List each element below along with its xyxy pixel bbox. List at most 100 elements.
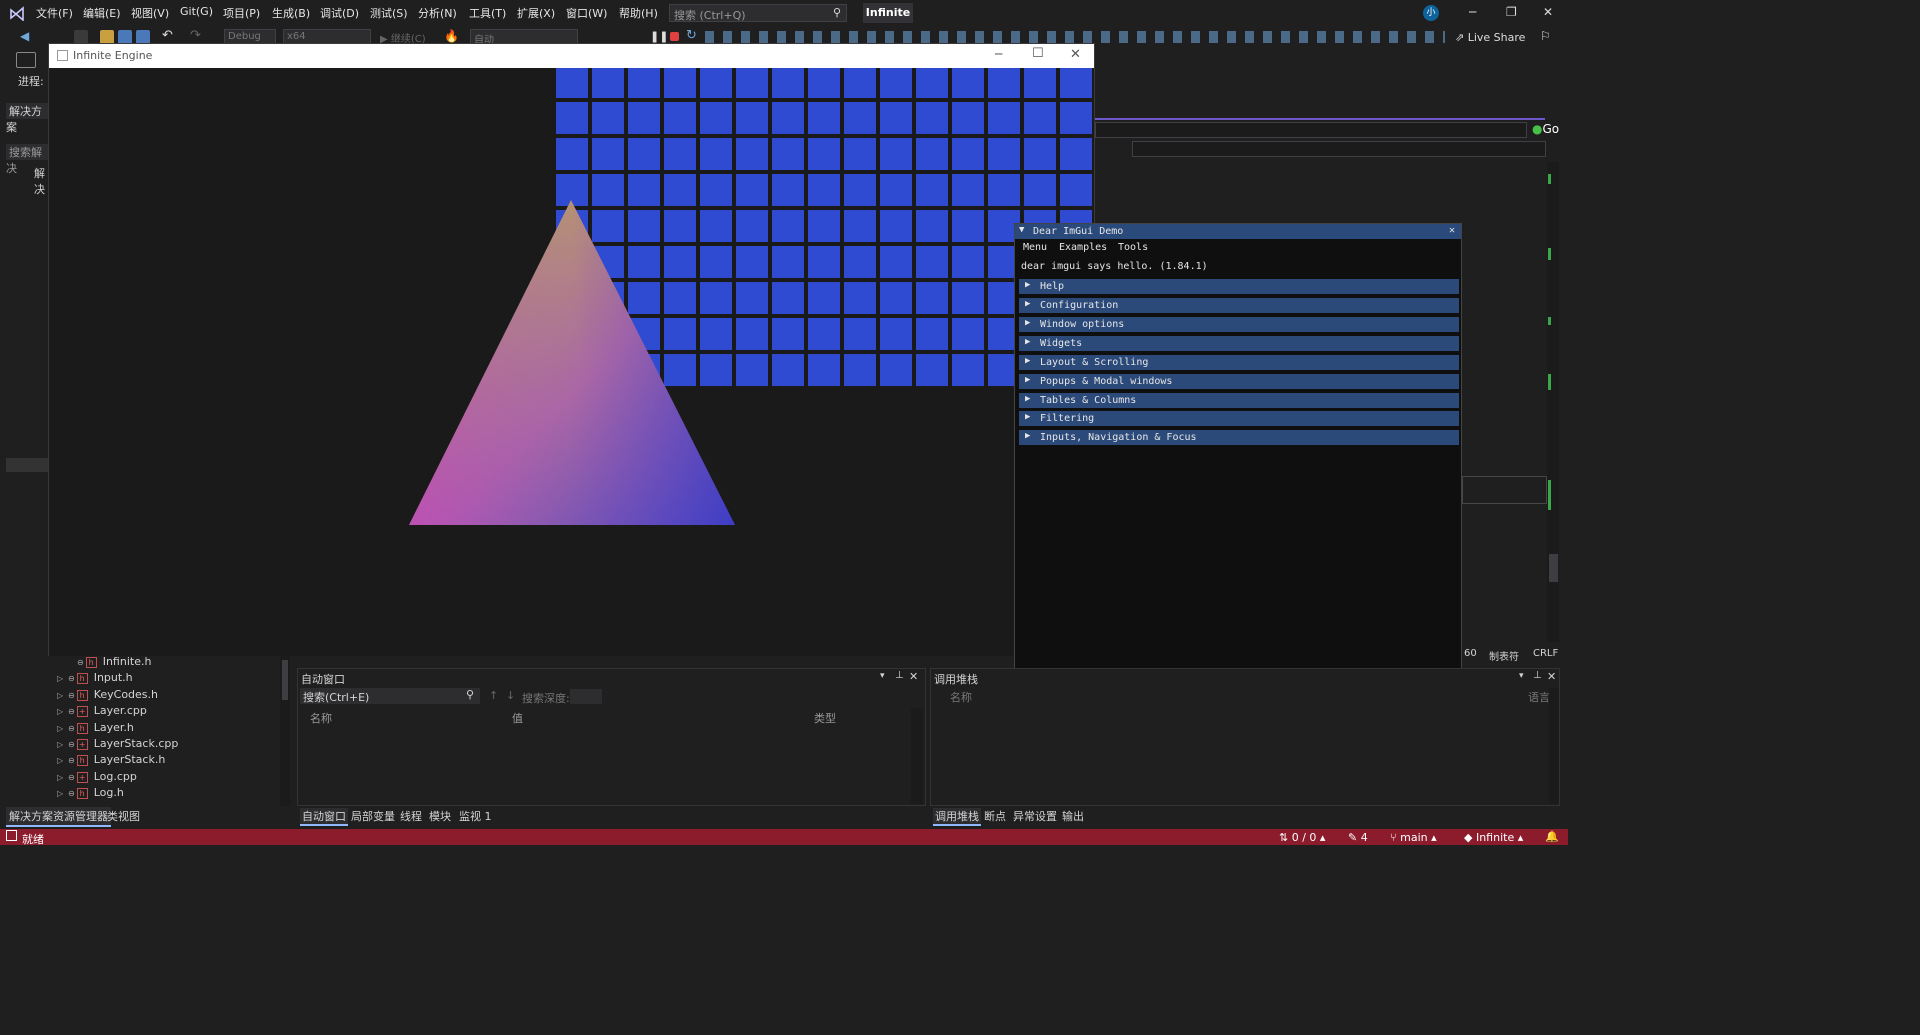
- editor-scrollbar[interactable]: [1547, 162, 1559, 642]
- header-tables-columns[interactable]: ▶ Tables & Columns: [1019, 393, 1459, 408]
- solution-file-row[interactable]: ▷ ⊖ h Layer.h: [57, 721, 134, 737]
- editor-tabs-indicator[interactable]: 制表符: [1489, 648, 1519, 663]
- editor-eol-indicator[interactable]: CRLF: [1533, 648, 1558, 659]
- search-up-icon[interactable]: ↑: [489, 689, 498, 702]
- autos-col-value[interactable]: 值: [512, 710, 523, 726]
- menu-tools[interactable]: 工具(T): [469, 5, 506, 21]
- imgui-close-icon[interactable]: ✕: [1449, 225, 1455, 236]
- redo-icon[interactable]: ↷: [190, 28, 201, 43]
- restore-icon[interactable]: ❐: [1506, 5, 1517, 19]
- menu-file[interactable]: 文件(F): [36, 5, 73, 21]
- changes-indicator[interactable]: ⇅ 0 / 0 ▴: [1279, 831, 1325, 844]
- scroll-thumb[interactable]: [1549, 554, 1558, 582]
- solution-file-row[interactable]: ▷ ⊖ + Layer.cpp: [57, 704, 147, 720]
- autos-search-input[interactable]: 搜索(Ctrl+E) ⚲: [300, 688, 480, 704]
- menu-help[interactable]: 帮助(H): [619, 5, 658, 21]
- menu-window[interactable]: 窗口(W): [566, 5, 607, 21]
- go-button[interactable]: ●Go: [1532, 122, 1559, 136]
- header-widgets[interactable]: ▶ Widgets: [1019, 336, 1459, 351]
- expand-arrow-icon[interactable]: ▷: [57, 707, 68, 716]
- search-depth-select[interactable]: [570, 689, 602, 704]
- autos-scrollbar[interactable]: [911, 708, 923, 804]
- engine-maximize-icon[interactable]: ☐: [1032, 46, 1044, 61]
- new-project-icon[interactable]: [74, 30, 88, 44]
- callstack-close-icon[interactable]: ✕: [1547, 670, 1556, 683]
- header-popups-modal[interactable]: ▶ Popups & Modal windows: [1019, 374, 1459, 389]
- expand-arrow-icon[interactable]: ▷: [57, 740, 68, 749]
- feedback-icon[interactable]: ⚐: [1540, 29, 1551, 43]
- callstack-scrollbar[interactable]: [1549, 688, 1559, 804]
- autos-close-icon[interactable]: ✕: [909, 670, 918, 683]
- collapse-arrow-icon[interactable]: ▼: [1019, 225, 1024, 235]
- vs-search-input[interactable]: 搜索 (Ctrl+Q) ⚲: [669, 4, 847, 22]
- menu-test[interactable]: 测试(S): [370, 5, 408, 21]
- menu-extensions[interactable]: 扩展(X): [517, 5, 555, 21]
- repo-indicator[interactable]: ◆ Infinite ▴: [1464, 831, 1523, 844]
- menu-project[interactable]: 项目(P): [223, 5, 260, 21]
- tab-watch-1[interactable]: 监视 1: [459, 808, 492, 824]
- expand-arrow-icon[interactable]: ▷: [57, 789, 68, 798]
- autos-dropdown-icon[interactable]: ▾: [880, 671, 885, 681]
- save-all-icon[interactable]: [136, 30, 150, 44]
- save-icon[interactable]: [118, 30, 132, 44]
- tab-exception-settings[interactable]: 异常设置: [1013, 808, 1057, 824]
- tab-autos[interactable]: 自动窗口: [300, 808, 348, 826]
- header-configuration[interactable]: ▶ Configuration: [1019, 298, 1459, 313]
- tree-scrollbar[interactable]: [280, 656, 290, 806]
- menu-debug[interactable]: 调试(D): [320, 5, 359, 21]
- undo-icon[interactable]: ↶: [162, 28, 173, 43]
- tab-callstack[interactable]: 调用堆栈: [933, 808, 981, 826]
- autos-pin-icon[interactable]: ⊥: [895, 670, 904, 681]
- solution-file-row[interactable]: ▷ ⊖ h LayerStack.h: [57, 753, 165, 769]
- menu-view[interactable]: 视图(V): [131, 5, 169, 21]
- solution-file-row[interactable]: ▷ ⊖ h Log.h: [57, 786, 124, 802]
- imgui-menu-tools[interactable]: Tools: [1118, 242, 1148, 253]
- tab-class-view[interactable]: 类视图: [107, 808, 140, 824]
- autos-col-name[interactable]: 名称: [310, 710, 332, 726]
- tree-scroll-thumb[interactable]: [282, 660, 288, 700]
- stop-icon[interactable]: [670, 32, 679, 41]
- minimize-icon[interactable]: ─: [1469, 5, 1476, 19]
- menu-edit[interactable]: 编辑(E): [83, 5, 121, 21]
- imgui-menu-menu[interactable]: Menu: [1023, 242, 1047, 253]
- solution-file-row[interactable]: ▷ ⊖ h KeyCodes.h: [57, 688, 158, 704]
- header-layout-scrolling[interactable]: ▶ Layout & Scrolling: [1019, 355, 1459, 370]
- live-share-button[interactable]: ⇗ Live Share: [1455, 31, 1525, 44]
- solution-file-row[interactable]: ⊖ h Infinite.h: [66, 655, 151, 671]
- header-filtering[interactable]: ▶ Filtering: [1019, 411, 1459, 426]
- solution-file-row[interactable]: ▷ ⊖ + Log.cpp: [57, 770, 137, 786]
- restart-icon[interactable]: ↻: [686, 28, 697, 43]
- solution-root-item[interactable]: 解决: [34, 165, 48, 197]
- callstack-col-language[interactable]: 语言: [1528, 689, 1550, 705]
- editor-nav-combo[interactable]: [1095, 122, 1527, 138]
- open-icon[interactable]: [100, 30, 114, 44]
- imgui-menu-examples[interactable]: Examples: [1059, 242, 1107, 253]
- notification-icon[interactable]: 🔔: [1545, 830, 1559, 843]
- back-icon[interactable]: ◀: [20, 29, 29, 43]
- close-icon[interactable]: ✕: [1543, 5, 1553, 19]
- expand-arrow-icon[interactable]: ▷: [57, 756, 68, 765]
- vs-small-icon[interactable]: [16, 52, 36, 68]
- solution-file-row[interactable]: ▷ ⊖ + LayerStack.cpp: [57, 737, 178, 753]
- callstack-pin-icon[interactable]: ⊥: [1533, 670, 1542, 681]
- menu-git[interactable]: Git(G): [180, 5, 213, 18]
- callstack-col-name[interactable]: 名称: [950, 689, 972, 705]
- expand-arrow-icon[interactable]: ▷: [57, 773, 68, 782]
- header-help[interactable]: ▶ Help: [1019, 279, 1459, 294]
- engine-minimize-icon[interactable]: ─: [995, 47, 1002, 61]
- header-window-options[interactable]: ▶ Window options: [1019, 317, 1459, 332]
- tab-threads[interactable]: 线程: [400, 808, 422, 824]
- engine-close-icon[interactable]: ✕: [1070, 47, 1081, 62]
- tab-locals[interactable]: 局部变量: [351, 808, 395, 824]
- branch-indicator[interactable]: ⑂ main ▴: [1390, 831, 1437, 844]
- header-inputs-navigation[interactable]: ▶ Inputs, Navigation & Focus: [1019, 430, 1459, 445]
- hot-reload-icon[interactable]: 🔥: [444, 29, 459, 43]
- pencil-indicator[interactable]: ✎ 4: [1348, 831, 1368, 844]
- expand-arrow-icon[interactable]: ▷: [57, 691, 68, 700]
- debug-toolbar-icons[interactable]: [705, 31, 1445, 43]
- tab-solution-explorer[interactable]: 解决方案资源管理器: [6, 807, 111, 827]
- solution-file-row[interactable]: ▷ ⊖ h Input.h: [57, 671, 133, 687]
- pause-icon[interactable]: ❚❚: [650, 30, 668, 44]
- search-down-icon[interactable]: ↓: [506, 689, 515, 702]
- expand-arrow-icon[interactable]: ▷: [57, 724, 68, 733]
